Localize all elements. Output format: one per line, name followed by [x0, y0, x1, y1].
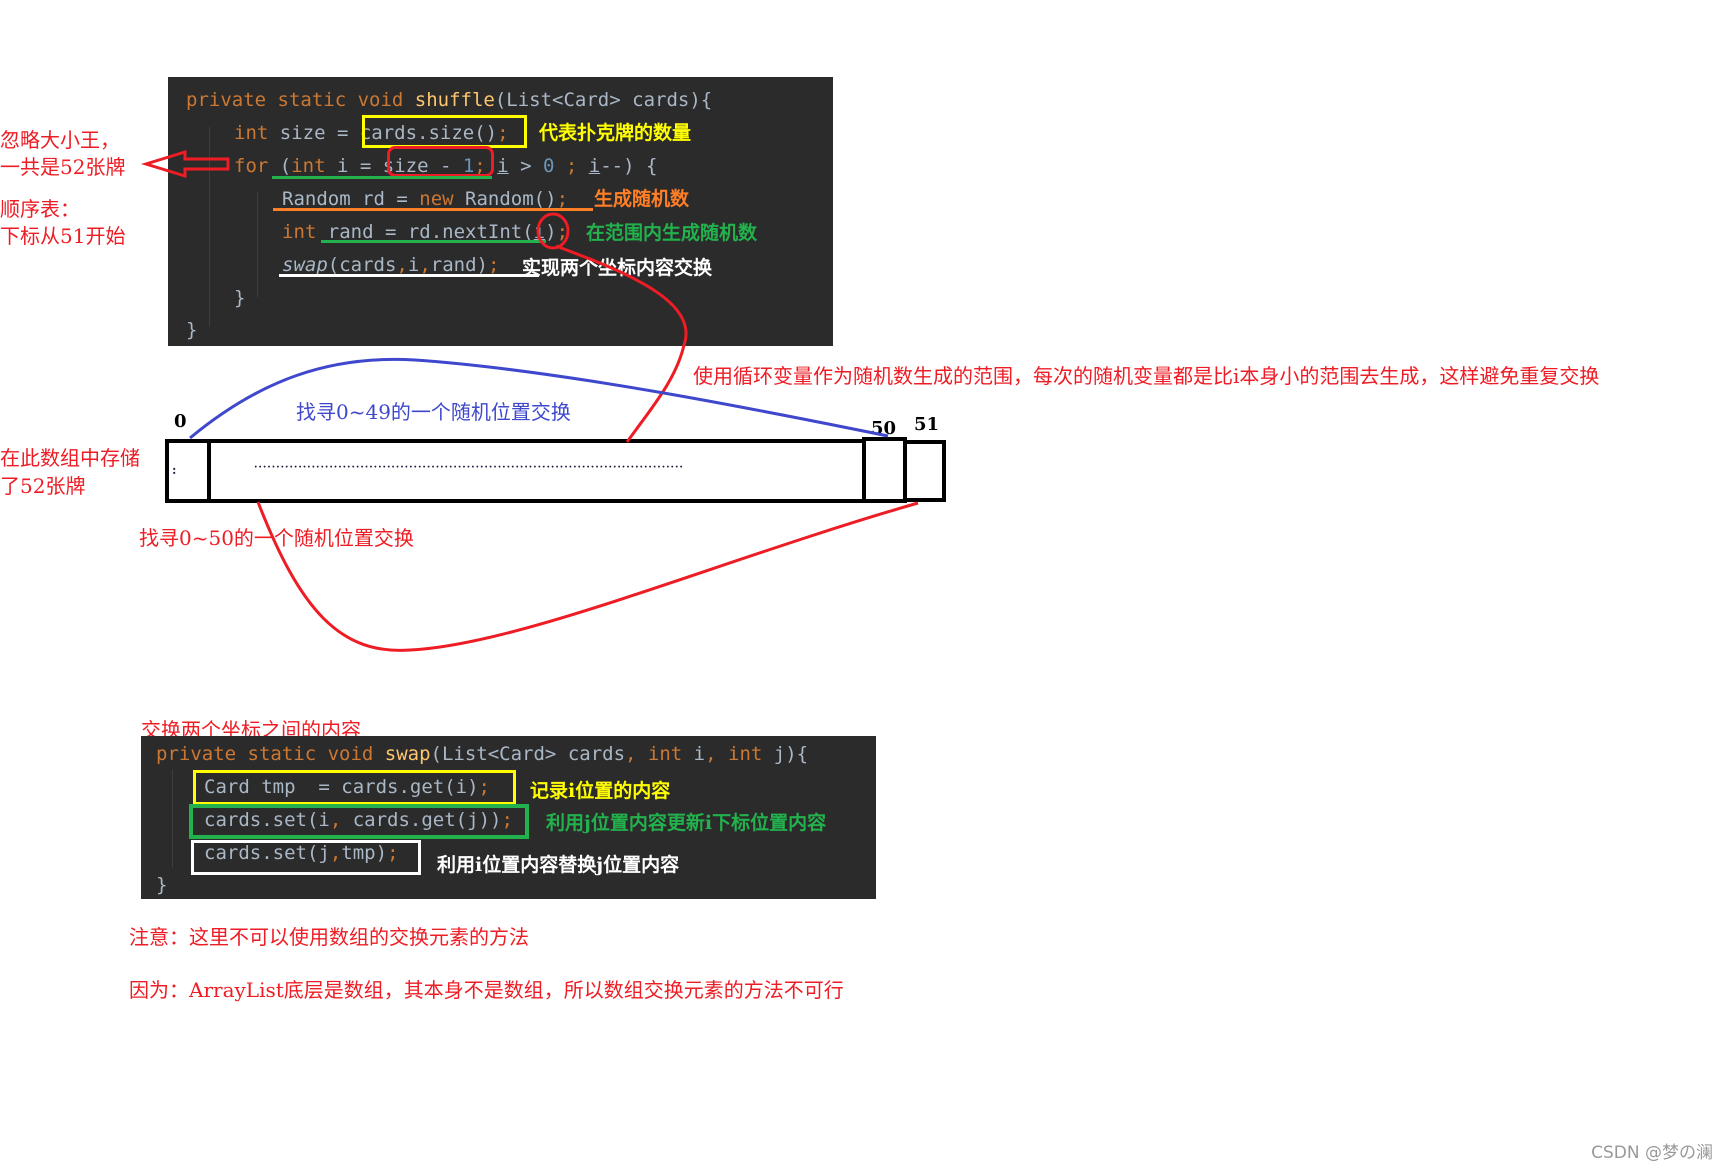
code-text: (List<Card> cards	[430, 743, 626, 765]
swap-close-brace: }	[156, 874, 168, 896]
curve-red-to-51	[256, 501, 919, 652]
highlight-box-set-j	[191, 840, 421, 875]
curve-blue-0-to-50	[189, 357, 889, 440]
code-function-name: swap	[384, 743, 431, 765]
swap-line-signature: private static void swap(List<Card> card…	[156, 739, 808, 769]
curve-i-to-array	[555, 244, 688, 443]
indent-guide	[172, 770, 173, 868]
arrow-left-icon	[140, 149, 230, 179]
code-comma: ,	[705, 743, 729, 765]
highlight-circle-i	[536, 212, 570, 250]
code-keyword: int	[647, 743, 683, 765]
highlight-box-tmp	[193, 770, 516, 805]
annotation-record-i: 记录i位置的内容	[530, 780, 671, 802]
code-comma: ,	[625, 743, 648, 765]
code-keyword: private static void	[156, 743, 385, 765]
code-text: i	[682, 743, 706, 765]
annotation-update-i: 利用j位置内容更新i下标位置内容	[546, 812, 827, 834]
highlight-box-set-i	[189, 804, 529, 839]
annotation-replace-j: 利用i位置内容替换j位置内容	[437, 854, 680, 876]
note-reason: 因为：ArrayList底层是数组，其本身不是数组，所以数组交换元素的方法不可行	[129, 978, 844, 1002]
watermark: CSDN @梦の澜	[1591, 1143, 1713, 1163]
code-text: j){	[762, 743, 809, 765]
note-warning: 注意：这里不可以使用数组的交换元素的方法	[129, 925, 529, 949]
code-keyword: int	[728, 743, 763, 765]
